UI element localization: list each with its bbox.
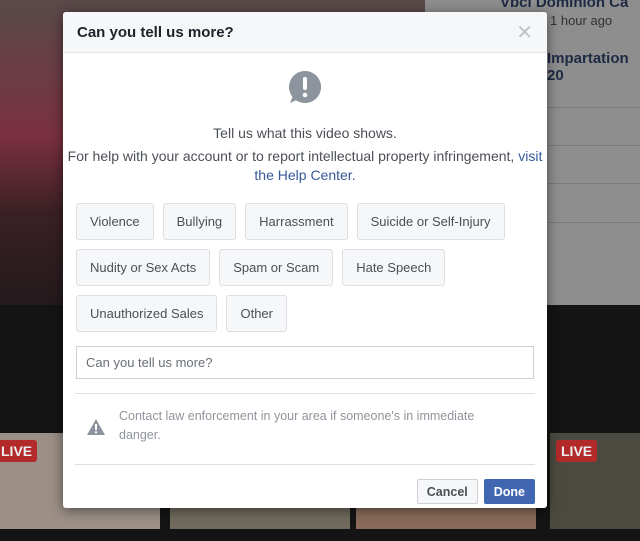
- option-suicide-self-injury[interactable]: Suicide or Self-Injury: [356, 203, 505, 240]
- prompt-text: Tell us what this video shows.: [213, 125, 397, 141]
- live-thumbnail[interactable]: LIVE: [550, 433, 640, 529]
- exclamation-speech-bubble-icon: [63, 69, 547, 105]
- option-other[interactable]: Other: [226, 295, 287, 332]
- sidebar-time: 1 hour ago: [550, 13, 613, 28]
- live-badge: LIVE: [556, 440, 598, 462]
- dialog-footer: Cancel Done: [63, 465, 547, 504]
- option-spam-scam[interactable]: Spam or Scam: [219, 249, 334, 286]
- warning-triangle-icon: [87, 419, 105, 464]
- sidebar-item[interactable]: Impartation 20: [547, 50, 640, 84]
- option-harrassment[interactable]: Harrassment: [245, 203, 348, 240]
- warning-notice: Contact law enforcement in your area if …: [63, 394, 547, 464]
- dialog-title: Can you tell us more?: [77, 23, 234, 41]
- option-unauthorized-sales[interactable]: Unauthorized Sales: [76, 295, 218, 332]
- cancel-button[interactable]: Cancel: [416, 479, 478, 504]
- report-dialog: Can you tell us more? ✕ Tell us what thi…: [63, 12, 547, 508]
- done-button[interactable]: Done: [483, 479, 535, 504]
- live-badge: LIVE: [0, 440, 38, 462]
- report-options: Violence Bullying Harrassment Suicide or…: [76, 203, 536, 332]
- close-icon[interactable]: ✕: [516, 20, 533, 45]
- help-text-body: For help with your account or to report …: [67, 148, 519, 164]
- option-bullying[interactable]: Bullying: [162, 203, 237, 240]
- option-hate-speech[interactable]: Hate Speech: [342, 249, 446, 286]
- warning-text: Contact law enforcement in your area if …: [119, 409, 475, 442]
- option-violence[interactable]: Violence: [76, 203, 154, 240]
- help-text: For help with your account or to report …: [63, 147, 547, 185]
- details-input[interactable]: [76, 346, 534, 379]
- option-nudity[interactable]: Nudity or Sex Acts: [76, 249, 211, 286]
- sidebar-title[interactable]: Vbci Dominion Ca: [500, 0, 628, 11]
- dialog-header: Can you tell us more? ✕: [63, 12, 547, 53]
